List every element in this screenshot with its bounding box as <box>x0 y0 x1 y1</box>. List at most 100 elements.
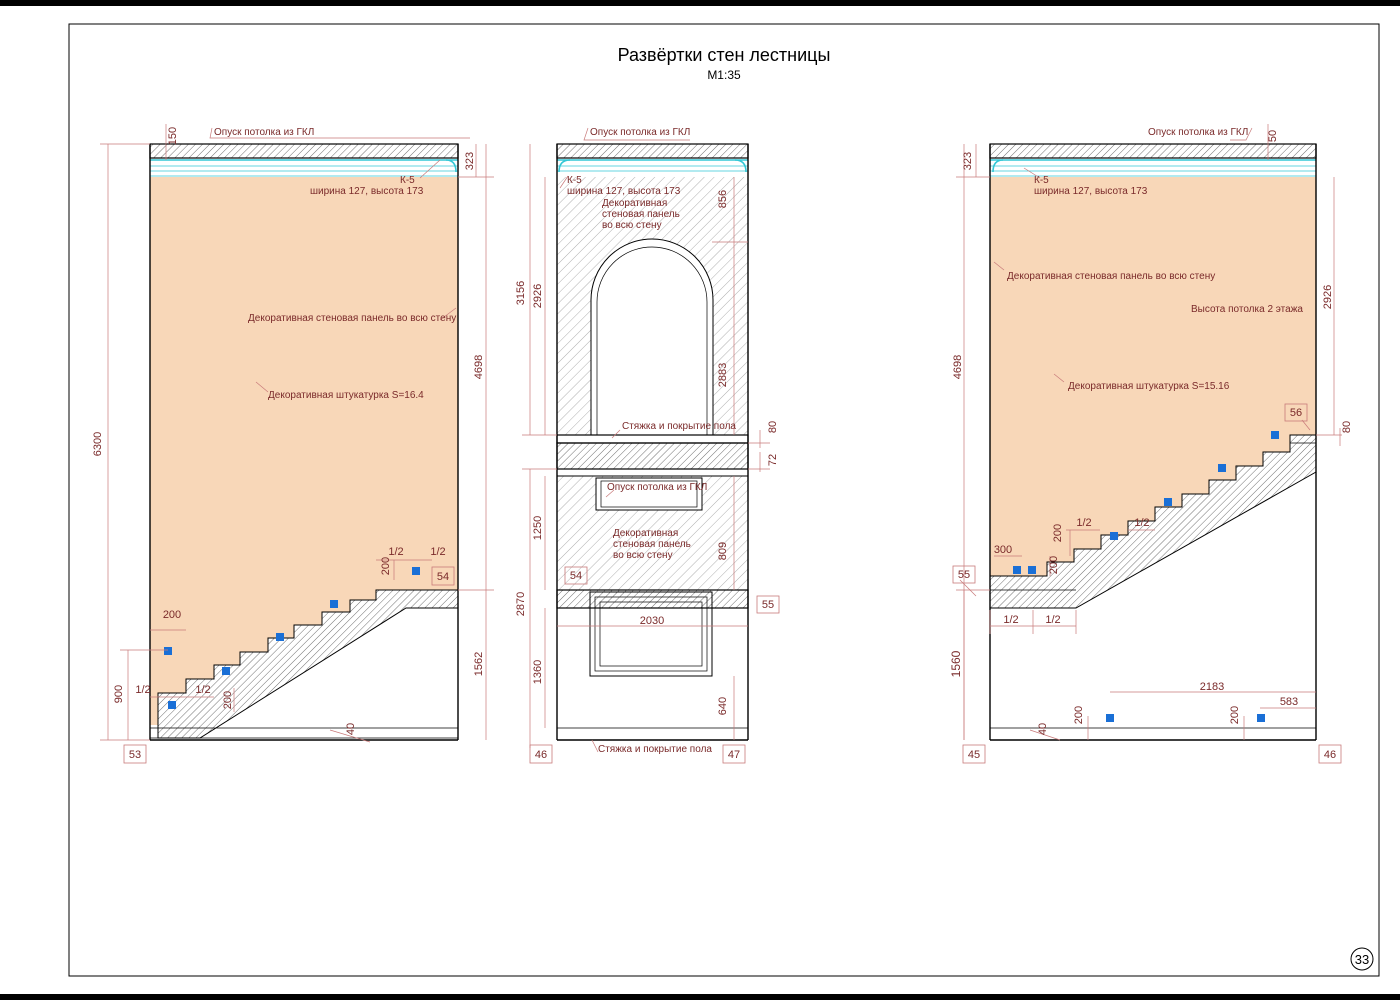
left-ceiling-note: Опуск потолка из ГКЛ <box>214 127 314 138</box>
middle-screed-top: Стяжка и покрытие пола <box>622 421 736 432</box>
left-wall-elevation: Опуск потолка из ГКЛ К-5 ширина 127, выс… <box>92 124 494 764</box>
right-dim-2183: 2183 <box>1200 681 1224 693</box>
left-socket-3 <box>222 667 230 675</box>
right-socket-3 <box>1110 532 1118 540</box>
left-socket-6 <box>412 567 420 575</box>
right-socket-5 <box>1218 464 1226 472</box>
right-tag-56: 56 <box>1290 407 1302 419</box>
right-dim-323: 323 <box>962 152 974 170</box>
right-socket-8 <box>1257 714 1265 722</box>
right-socket-2 <box>1028 566 1036 574</box>
middle-cornice-name: К-5 <box>567 175 582 186</box>
middle-ceiling-slab <box>556 143 749 159</box>
left-socket-4 <box>276 633 284 641</box>
middle-cornice-size: ширина 127, высота 173 <box>567 186 681 197</box>
left-dim-1562: 1562 <box>473 652 485 676</box>
left-plaster-note: Декоративная штукатурка S=16.4 <box>268 390 424 401</box>
middle-floor-slab-2 <box>556 442 749 470</box>
left-dim-6300: 6300 <box>92 432 104 456</box>
right-socket-4 <box>1164 498 1172 506</box>
right-dim-80: 80 <box>1341 421 1353 433</box>
middle-tag-46: 46 <box>535 749 547 761</box>
right-tag-46: 46 <box>1324 749 1336 761</box>
middle-ceiling-mid: Опуск потолка из ГКЛ <box>607 482 707 493</box>
middle-tag-54: 54 <box>570 570 582 582</box>
right-panel-note: Декоративная стеновая панель во всю стен… <box>1007 271 1215 282</box>
middle-panel-line1: Декоративная <box>602 198 667 209</box>
middle-dim-640: 640 <box>717 697 729 715</box>
left-socket-1 <box>164 647 172 655</box>
middle-dim-2883: 2883 <box>717 363 729 387</box>
left-tag-54: 54 <box>437 571 449 583</box>
left-dim-200-a: 200 <box>222 691 234 709</box>
middle-tag-47: 47 <box>728 749 740 761</box>
right-ceiling-height-note: Высота потолка 2 этажа <box>1191 304 1303 315</box>
middle-wall-elevation: Опуск потолка из ГКЛ К-5 ширина 127, выс… <box>515 127 780 764</box>
right-ceiling-slab <box>989 143 1317 159</box>
middle-dim-1360: 1360 <box>532 660 544 684</box>
right-cornice <box>990 159 1316 177</box>
right-dim-half-a: 1/2 <box>1076 517 1091 529</box>
left-ceiling-slab <box>149 143 459 159</box>
middle-dim-2926: 2926 <box>532 284 544 308</box>
right-plaster-area <box>990 177 1316 576</box>
left-dim-half-b: 1/2 <box>195 684 210 696</box>
left-dim-200-b: 200 <box>380 557 392 575</box>
left-dim-half-d: 1/2 <box>430 546 445 558</box>
middle-dim-80: 80 <box>767 421 779 433</box>
right-socket-6 <box>1271 431 1279 439</box>
right-dim-half-c: 1/2 <box>1003 614 1018 626</box>
middle-panel2-line3: во всю стену <box>613 550 673 561</box>
left-dim-4698: 4698 <box>473 355 485 379</box>
right-dim-4698: 4698 <box>952 355 964 379</box>
right-dim-200-d: 200 <box>1229 706 1241 724</box>
left-dim-200-top: 200 <box>163 609 181 621</box>
left-dim-323: 323 <box>464 152 476 170</box>
sheet-scale: М1:35 <box>707 68 741 82</box>
left-socket-2 <box>168 701 176 709</box>
sheet-title: Развёртки стен лестницы <box>618 45 831 65</box>
right-dim-200-c: 200 <box>1073 706 1085 724</box>
right-dim-half-d: 1/2 <box>1045 614 1060 626</box>
left-dim-150: 150 <box>167 127 179 145</box>
middle-dim-809: 809 <box>717 542 729 560</box>
right-cornice-name: К-5 <box>1034 175 1049 186</box>
right-cornice-size: ширина 127, высота 173 <box>1034 186 1148 197</box>
right-dim-200-a: 200 <box>1052 524 1064 542</box>
middle-dim-2030: 2030 <box>640 615 664 627</box>
right-tag-55: 55 <box>958 569 970 581</box>
middle-cornice <box>557 159 748 173</box>
middle-panel2-line2: стеновая панель <box>613 539 691 550</box>
right-plaster-note: Декоративная штукатурка S=15.16 <box>1068 381 1230 392</box>
left-cornice <box>150 159 458 177</box>
right-socket-1 <box>1013 566 1021 574</box>
page-number: 33 <box>1355 952 1369 967</box>
middle-dim-1250: 1250 <box>532 516 544 540</box>
drawing-sheet: Развёртки стен лестницы М1:35 Опуск пото… <box>0 0 1400 1000</box>
right-ceiling-note: Опуск потолка из ГКЛ <box>1148 127 1248 138</box>
left-dim-900: 900 <box>113 685 125 703</box>
right-dim-half-b: 1/2 <box>1134 517 1149 529</box>
middle-arch-opening <box>590 238 714 436</box>
left-cornice-name: К-5 <box>400 175 415 186</box>
middle-screed-bottom: Стяжка и покрытие пола <box>598 744 712 755</box>
right-dim-2926: 2926 <box>1322 285 1334 309</box>
right-tag-45: 45 <box>968 749 980 761</box>
right-dim-50: 50 <box>1267 130 1279 142</box>
middle-floor-slab-3 <box>556 589 749 609</box>
right-wall-elevation: Опуск потолка из ГКЛ К-5 ширина 127, выс… <box>949 124 1353 764</box>
middle-panel2-line1: Декоративная <box>613 528 678 539</box>
top-black-band <box>0 0 1400 6</box>
middle-panel-line2: стеновая панель <box>602 209 680 220</box>
middle-panel-line3: во всю стену <box>602 220 662 231</box>
right-dim-300: 300 <box>994 544 1012 556</box>
left-panel-note: Декоративная стеновая панель во всю стен… <box>248 313 456 324</box>
left-tag-53: 53 <box>129 749 141 761</box>
bottom-black-band <box>0 994 1400 1000</box>
middle-dim-856: 856 <box>717 190 729 208</box>
middle-dim-72: 72 <box>767 454 779 466</box>
right-dim-40: 40 <box>1037 723 1049 735</box>
middle-dim-3156: 3156 <box>515 281 527 305</box>
right-dim-583: 583 <box>1280 696 1298 708</box>
left-socket-5 <box>330 600 338 608</box>
